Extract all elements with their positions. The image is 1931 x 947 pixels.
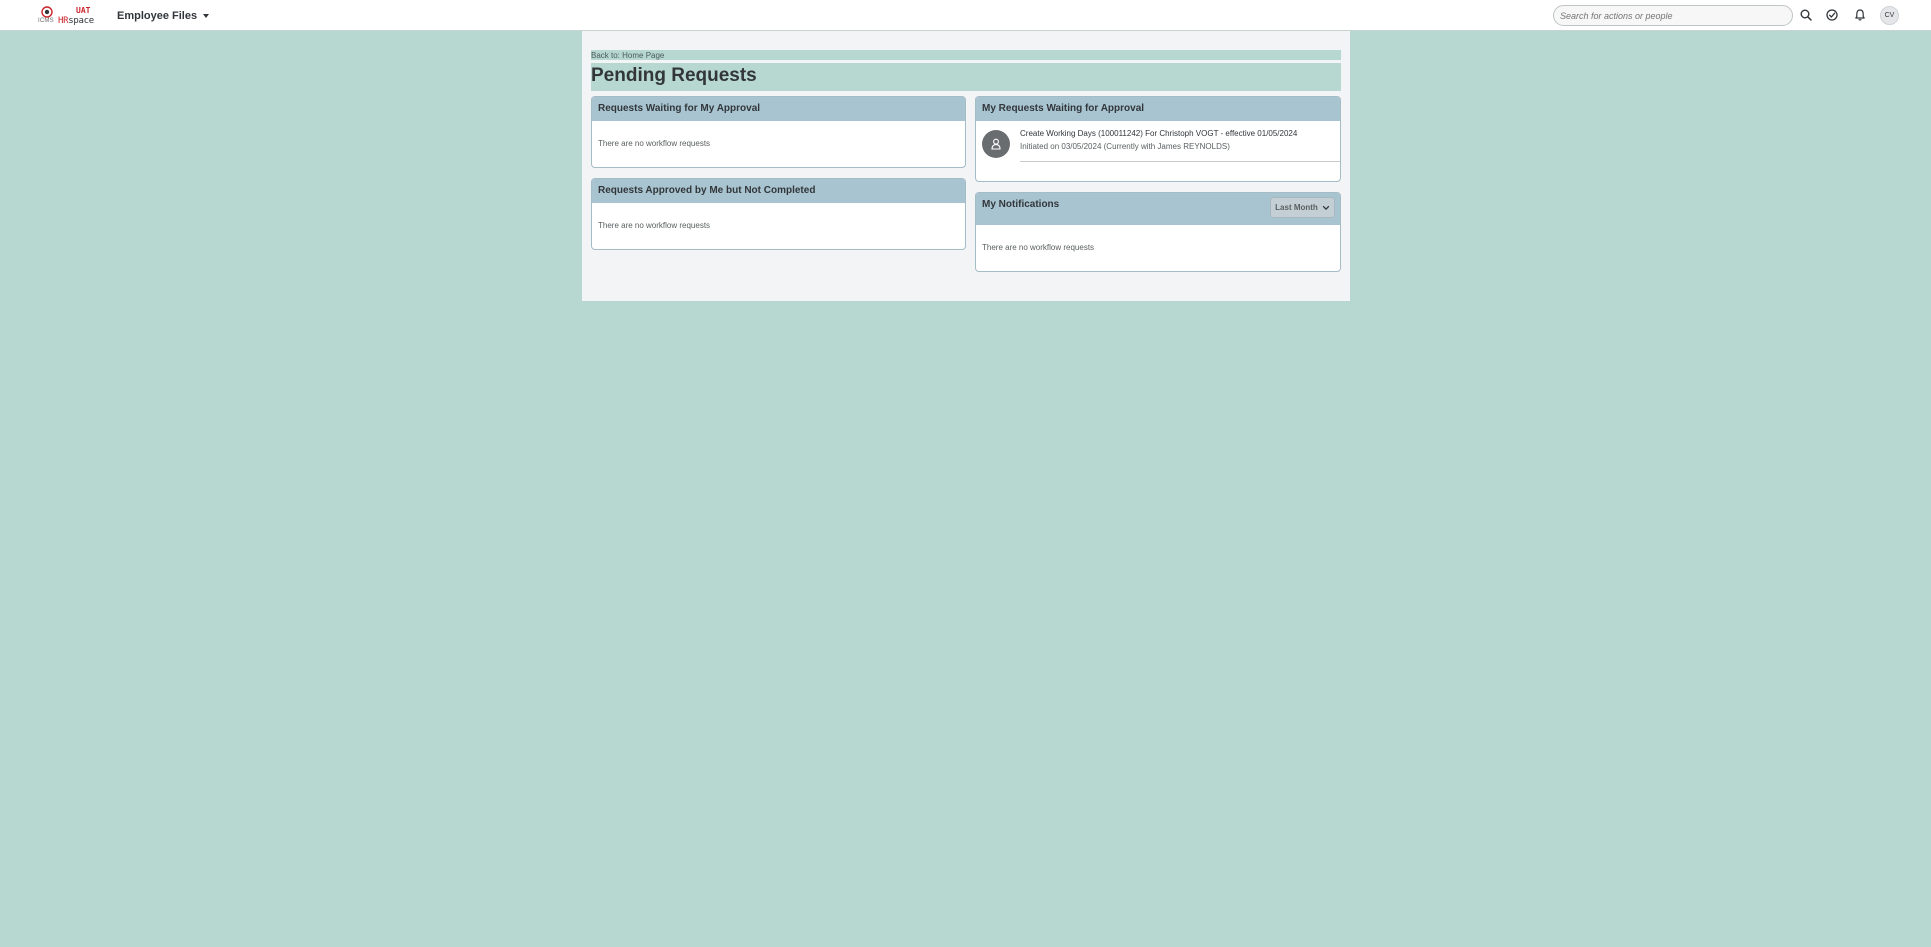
notifications-icon[interactable] xyxy=(1853,8,1867,22)
back-to-home-link[interactable]: Back to: Home Page xyxy=(591,51,664,60)
search-input[interactable] xyxy=(1553,5,1793,26)
logo-brand: HRspace xyxy=(58,16,94,26)
panel-approved-not-completed: Requests Approved by Me but Not Complete… xyxy=(591,178,966,250)
panel-header: Requests Approved by Me but Not Complete… xyxy=(592,179,965,203)
divider xyxy=(1020,161,1340,162)
chevron-down-icon xyxy=(1322,205,1329,210)
shell-bar: ICMS UAT HRspace Employee Files CV xyxy=(0,0,1931,31)
empty-message: There are no workflow requests xyxy=(598,139,711,148)
request-subtitle: Initiated on 03/05/2024 (Currently with … xyxy=(1020,142,1230,151)
user-avatar[interactable]: CV xyxy=(1880,6,1899,25)
page-title: Pending Requests xyxy=(591,65,757,86)
environment-label: UAT xyxy=(76,6,91,15)
module-label: Employee Files xyxy=(117,10,198,22)
company-logo[interactable]: ICMS UAT HRspace xyxy=(38,5,94,27)
logo-small-text: ICMS xyxy=(38,18,54,24)
panel-title: My Notifications xyxy=(982,199,1060,210)
logo-brand-space: space xyxy=(68,16,94,26)
backlink-bar xyxy=(591,50,1341,60)
period-filter-dropdown[interactable]: Last Month xyxy=(1270,197,1335,218)
filter-label: Last Month xyxy=(1275,203,1318,212)
request-title-link[interactable]: Create Working Days (100011242) For Chri… xyxy=(1020,129,1297,138)
person-icon xyxy=(982,130,1010,158)
panel-header: My Requests Waiting for Approval xyxy=(976,97,1340,121)
empty-message: There are no workflow requests xyxy=(982,243,1095,252)
person-glyph xyxy=(991,138,1001,150)
approvals-icon[interactable] xyxy=(1825,8,1839,22)
crest-icon xyxy=(41,6,53,18)
panel-header: My Notifications Last Month xyxy=(976,193,1340,225)
logo-brand-hr: HR xyxy=(58,16,69,26)
panel-header: Requests Waiting for My Approval xyxy=(592,97,965,121)
caret-down-icon xyxy=(203,14,210,18)
search-icon[interactable] xyxy=(1799,8,1813,22)
panel-my-notifications: My Notifications Last Month There are no… xyxy=(975,192,1341,272)
panel-my-requests: My Requests Waiting for Approval Create … xyxy=(975,96,1341,182)
panel-waiting-for-my-approval: Requests Waiting for My Approval There a… xyxy=(591,96,966,168)
module-switcher[interactable]: Employee Files xyxy=(117,8,210,24)
empty-message: There are no workflow requests xyxy=(598,221,711,230)
main-page: Back to: Home Page Pending Requests Requ… xyxy=(582,31,1350,301)
